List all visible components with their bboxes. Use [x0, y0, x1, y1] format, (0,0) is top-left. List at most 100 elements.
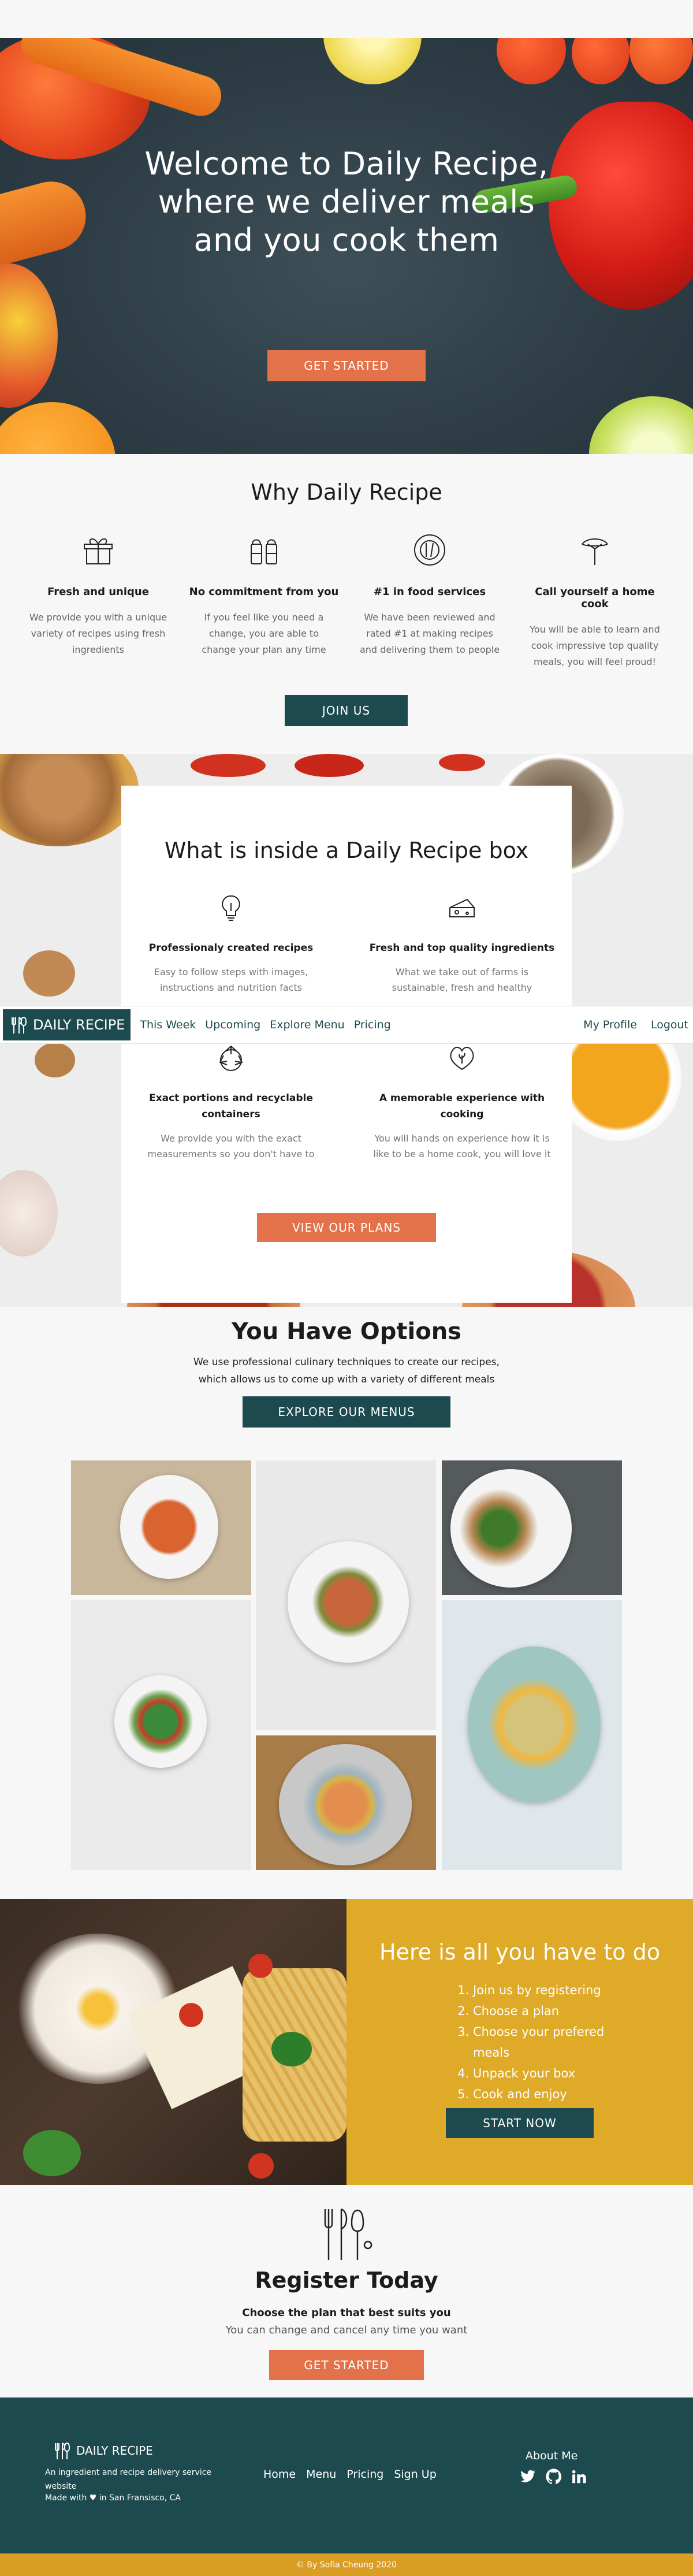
nav-link-logout[interactable]: Logout: [651, 1018, 688, 1031]
recycle-icon: [219, 1045, 243, 1071]
options-subtitle: We use professional culinary techniques …: [0, 1354, 693, 1388]
heart-leaf-icon: [450, 1047, 474, 1070]
footer-brand[interactable]: DAILY RECIPE: [52, 2441, 153, 2460]
feature-title: Fresh and unique: [47, 586, 149, 598]
register-get-started-button[interactable]: GET STARTED: [269, 2350, 424, 2380]
footer-link-sign-up[interactable]: Sign Up: [394, 2468, 436, 2481]
inside-feature-experience: A memorable experience with cooking You …: [367, 1043, 557, 1162]
inside-feature-text: We provide you with the exact measuremen…: [147, 1133, 315, 1159]
twitter-icon[interactable]: [519, 2469, 537, 2485]
inside-card: What is inside a Daily Recipe box Profes…: [121, 786, 572, 1303]
cheese-icon: [449, 898, 476, 917]
feature-commitment: No commitment from you If you feel like …: [189, 531, 339, 658]
plate-cutlery-icon: [414, 534, 445, 566]
nav-link-pricing[interactable]: Pricing: [354, 1018, 391, 1031]
hero-section: Welcome to Daily Recipe, where we delive…: [0, 38, 693, 454]
basil-image: [271, 2032, 312, 2066]
garlic-image: [0, 1170, 58, 1257]
tomato-image: [248, 2153, 274, 2179]
food-photo-salad: [71, 1600, 251, 1870]
tomato-image: [572, 38, 629, 84]
navbar-brand[interactable]: DAILY RECIPE: [3, 1009, 131, 1040]
steps-list: Join us by registering Choose a plan Cho…: [459, 1980, 621, 2105]
plate-image: [114, 1675, 207, 1768]
join-us-button[interactable]: JOIN US: [285, 695, 408, 726]
main-navbar: DAILY RECIPE This Week Upcoming Explore …: [0, 1006, 693, 1044]
step-item: Choose your prefered meals: [473, 2021, 621, 2063]
inside-title: What is inside a Daily Recipe box: [164, 838, 529, 863]
register-subtitle: Choose the plan that best suits you: [242, 2307, 451, 2319]
footer-link-home[interactable]: Home: [263, 2468, 296, 2481]
inside-feature-portions: Exact portions and recyclable containers…: [136, 1043, 326, 1162]
chili-image: [191, 754, 266, 777]
hero-title: Welcome to Daily Recipe, where we delive…: [144, 146, 549, 258]
explore-our-menus-button[interactable]: EXPLORE OUR MENUS: [243, 1396, 450, 1428]
plate-image: [120, 1475, 218, 1579]
options-subtitle-line: We use professional culinary techniques …: [193, 1356, 500, 1368]
inside-feature-title: Professionaly created recipes: [148, 942, 314, 954]
orange-image: [0, 402, 116, 454]
cooking-ingredients-photo: [0, 1899, 346, 2185]
food-photo-shrimp: [256, 1460, 436, 1730]
github-icon[interactable]: [545, 2468, 562, 2485]
plate-image: [450, 1469, 572, 1588]
lightbulb-icon: [222, 895, 240, 921]
footer-brand-label: DAILY RECIPE: [76, 2444, 153, 2458]
feature-text: If you feel like you need a change, you …: [202, 612, 326, 655]
nut-image: [23, 950, 75, 997]
nav-link-this-week[interactable]: This Week: [140, 1018, 196, 1031]
footer-social: [519, 2468, 588, 2485]
footer-copyright-bar: © By Sofia Cheung 2020: [0, 2553, 693, 2576]
nav-link-my-profile[interactable]: My Profile: [583, 1018, 637, 1031]
tomato-image: [629, 38, 693, 84]
cutlery-logo-icon: [12, 1016, 27, 1034]
feature-home-cook: Call yourself a home cook You will be ab…: [520, 531, 670, 670]
steps-panel: Here is all you have to do Join us by re…: [346, 1899, 693, 2185]
feature-number-one: #1 in food services We have been reviewe…: [355, 531, 505, 658]
feature-fresh: Fresh and unique We provide you with a u…: [23, 531, 173, 658]
plate-image: [288, 1541, 409, 1663]
get-started-button[interactable]: GET STARTED: [267, 350, 426, 381]
navbar-brand-label: DAILY RECIPE: [33, 1017, 125, 1033]
options-subtitle-line: which allows us to come up with a variet…: [198, 1374, 495, 1385]
lime-image: [589, 396, 693, 454]
options-title: You Have Options: [231, 1318, 461, 1345]
lemon-image: [323, 38, 422, 84]
inside-feature-title: A memorable experience with cooking: [379, 1092, 545, 1120]
view-our-plans-button[interactable]: VIEW OUR PLANS: [257, 1213, 436, 1242]
nav-link-upcoming[interactable]: Upcoming: [205, 1018, 260, 1031]
bell-pepper-image: [549, 102, 693, 310]
start-now-button[interactable]: START NOW: [446, 2108, 594, 2138]
food-photo-pasta-egg: [442, 1600, 622, 1870]
plate-image: [468, 1646, 601, 1802]
tomato-image: [248, 1954, 273, 1978]
nav-link-explore-menu[interactable]: Explore Menu: [270, 1018, 345, 1031]
page: Welcome to Daily Recipe, where we delive…: [0, 0, 693, 2576]
why-section-title: Why Daily Recipe: [251, 479, 442, 505]
tomato-image: [179, 2003, 203, 2027]
step-item: Join us by registering: [473, 1980, 621, 2001]
feature-title: Call yourself a home cook: [535, 586, 655, 610]
inside-feature-text: Easy to follow steps with images, instru…: [154, 967, 308, 993]
footer-made-with: Made with ♥ in San Fransisco, CA: [45, 2493, 181, 2503]
food-photo-pasta: [71, 1460, 251, 1595]
footer-copyright: © By Sofia Cheung 2020: [296, 2560, 397, 2570]
inside-feature-ingredients: Fresh and top quality ingredients What w…: [367, 893, 557, 995]
footer-link-pricing[interactable]: Pricing: [346, 2468, 383, 2481]
feature-title: #1 in food services: [373, 586, 486, 598]
footer-link-menu[interactable]: Menu: [306, 2468, 336, 2481]
feature-text: We provide you with a unique variety of …: [29, 612, 167, 655]
food-photo-salmon: [256, 1735, 436, 1870]
cutlery-logo-icon: [55, 2442, 70, 2459]
basil-image: [23, 2130, 81, 2176]
chili-image: [295, 754, 364, 777]
nut-image: [35, 1043, 75, 1077]
footer-about-title: About Me: [526, 2449, 578, 2462]
register-text: You can change and cancel any time you w…: [225, 2324, 468, 2336]
register-title: Register Today: [255, 2268, 438, 2293]
linkedin-icon[interactable]: [571, 2468, 588, 2485]
chili-image: [439, 754, 485, 771]
gift-box-icon: [84, 538, 113, 564]
whisk-icon: [582, 538, 608, 565]
feature-text: We have been reviewed and rated #1 at ma…: [359, 612, 500, 655]
